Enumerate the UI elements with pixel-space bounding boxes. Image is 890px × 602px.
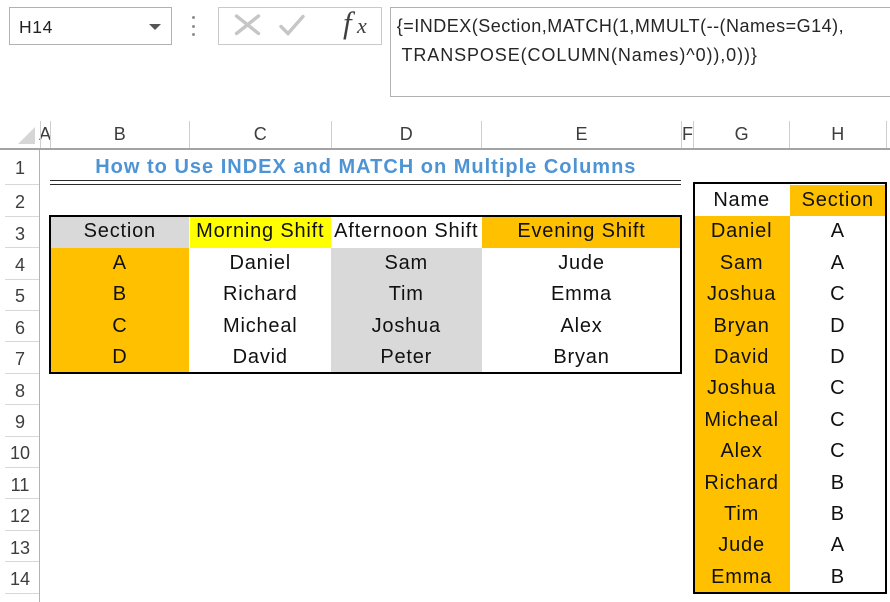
svg-text:f: f xyxy=(343,7,356,40)
svg-text:x: x xyxy=(356,13,367,38)
